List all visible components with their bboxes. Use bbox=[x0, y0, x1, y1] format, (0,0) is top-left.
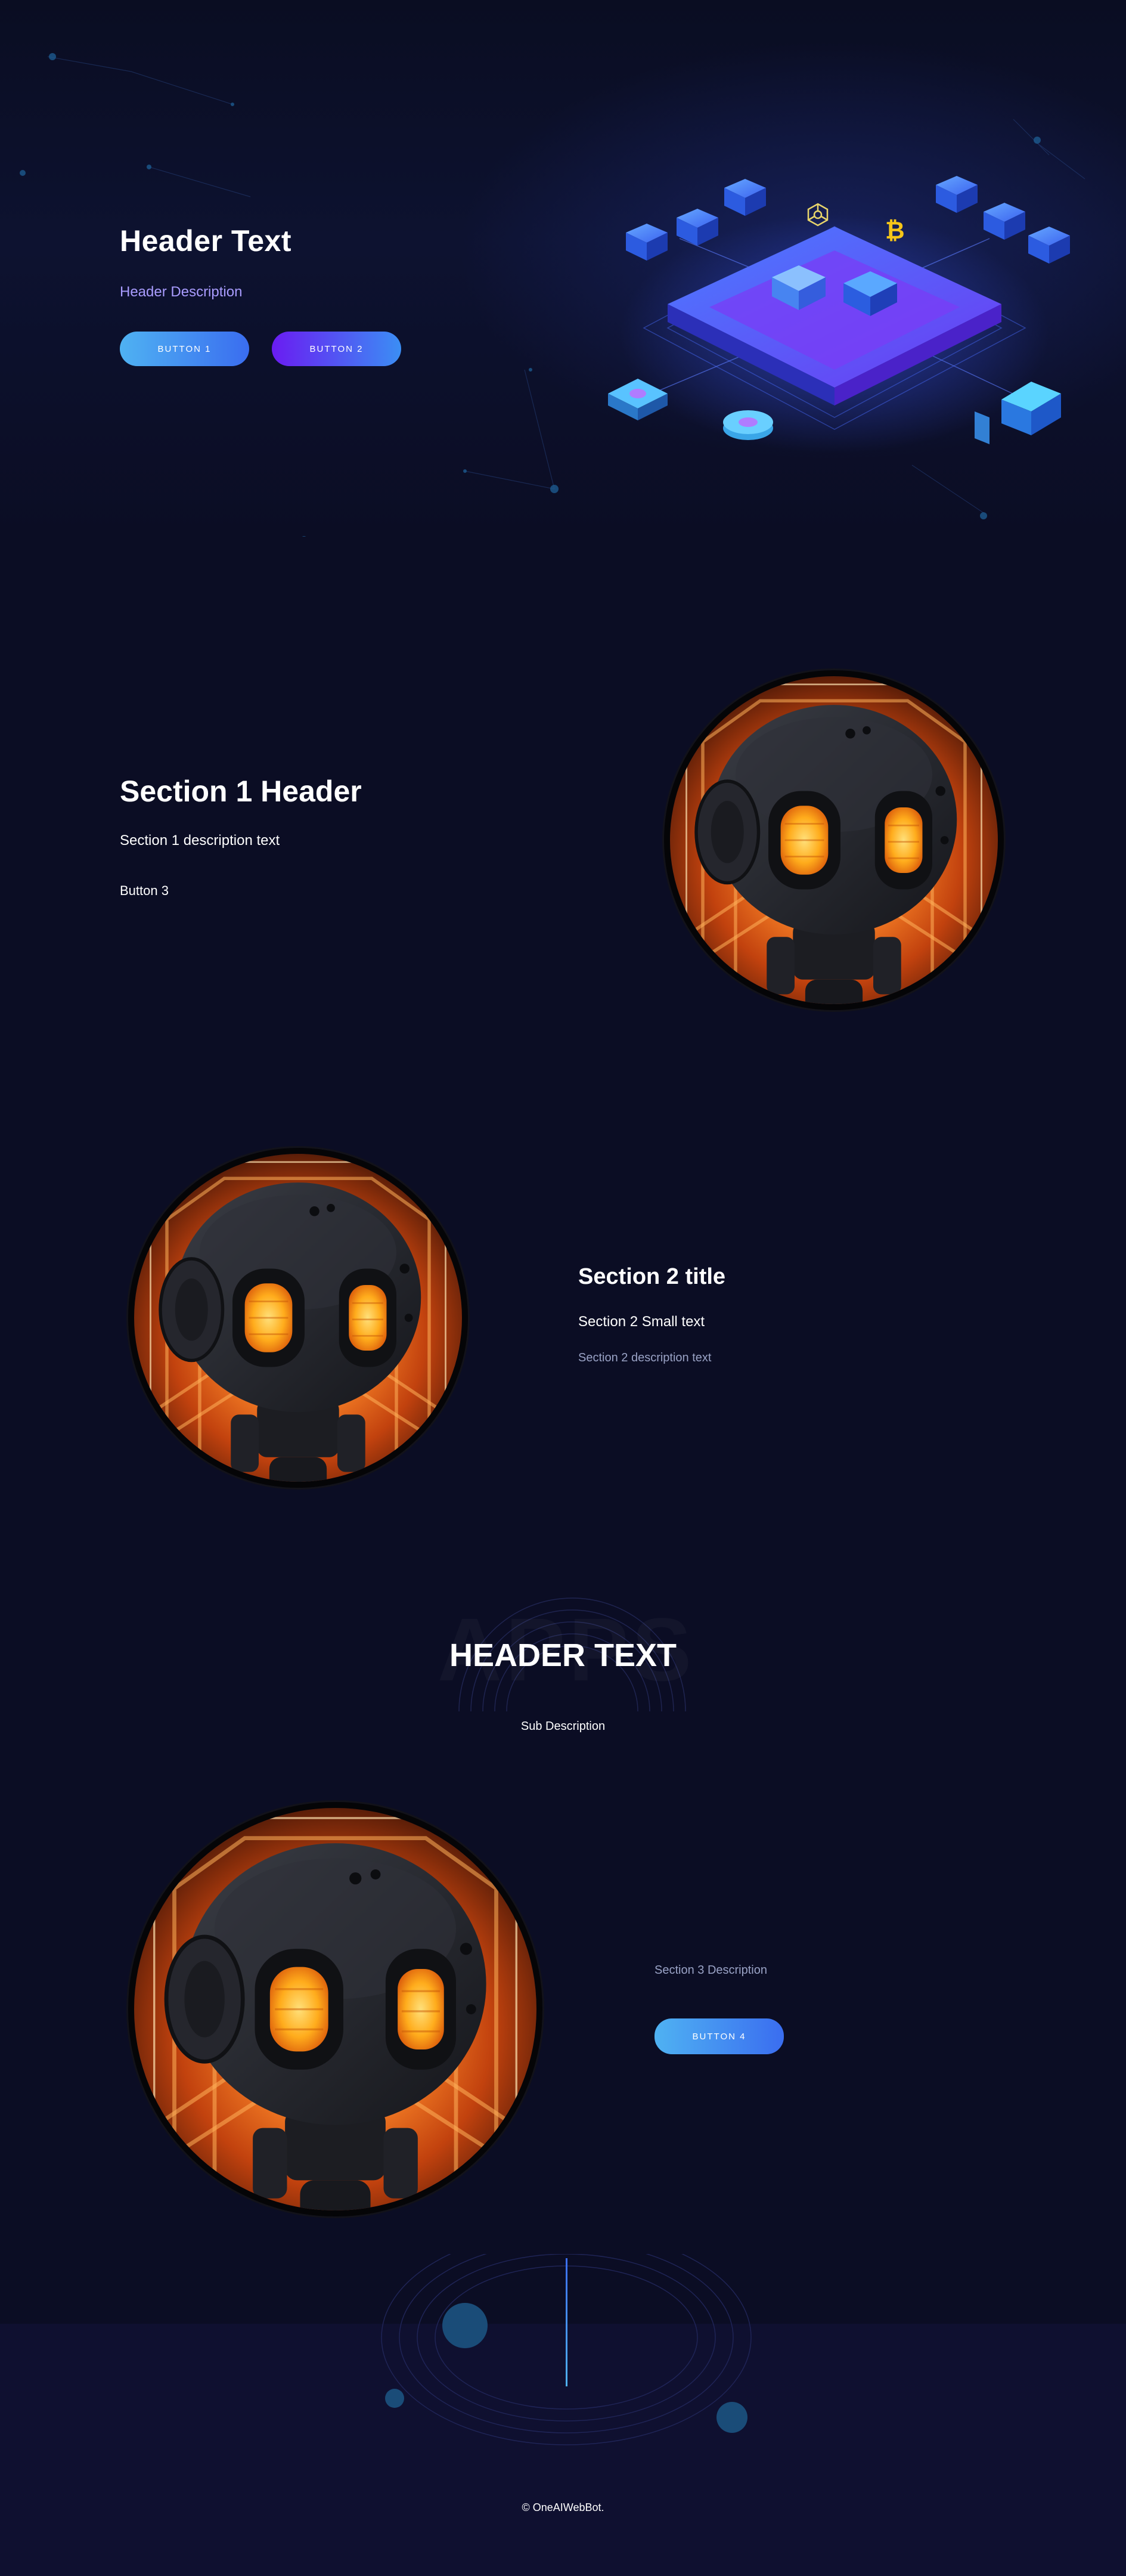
robot-image-1 bbox=[664, 670, 1004, 1010]
robot-image-2 bbox=[128, 1148, 468, 1488]
robot-image-3 bbox=[128, 1802, 542, 2216]
page: Header Text Header Description BUTTON 1 … bbox=[0, 0, 1126, 2576]
apps-subtitle: Sub Description bbox=[520, 1720, 606, 1733]
section-1-description: Section 1 description text bbox=[120, 832, 280, 849]
button-3[interactable]: Button 3 bbox=[120, 883, 169, 899]
footer-decoration bbox=[381, 2254, 752, 2445]
section-3-description: Section 3 Description bbox=[654, 1964, 767, 1977]
section-1-title: Section 1 Header bbox=[120, 775, 362, 808]
apps-title: HEADER TEXT bbox=[449, 1637, 677, 1673]
hero-description: Header Description bbox=[120, 284, 243, 300]
bitcoin-icon: ₿ bbox=[885, 217, 905, 244]
footer-divider-line bbox=[566, 2258, 567, 2386]
section-2-small-text: Section 2 Small text bbox=[578, 1314, 705, 1330]
button-2[interactable]: BUTTON 2 bbox=[272, 332, 401, 366]
section-2-title: Section 2 title bbox=[578, 1264, 726, 1289]
button-4[interactable]: BUTTON 4 bbox=[654, 2018, 784, 2054]
hero-title: Header Text bbox=[120, 224, 292, 258]
copyright-text: © OneAIWebBot. bbox=[522, 2501, 604, 2513]
button-1[interactable]: BUTTON 1 bbox=[120, 332, 249, 366]
svg-text:₿: ₿ bbox=[885, 217, 905, 244]
hero-isometric-illustration: ₿ bbox=[608, 176, 1070, 453]
section-2-description: Section 2 description text bbox=[578, 1351, 712, 1364]
hero-section: Header Text Header Description BUTTON 1 … bbox=[0, 0, 1126, 537]
